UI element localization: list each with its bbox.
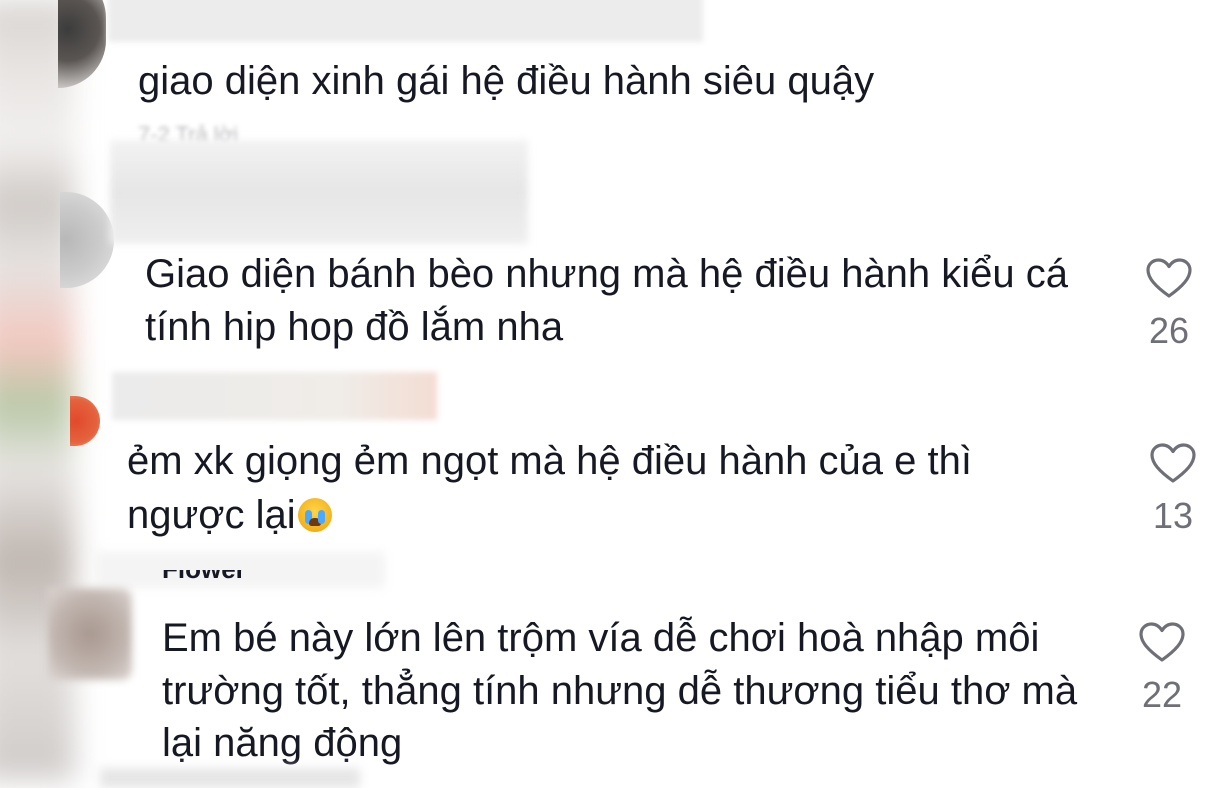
username-partial: Flower bbox=[162, 570, 246, 600]
heart-outline-icon bbox=[1139, 622, 1185, 662]
bottom-edge-blur bbox=[100, 768, 360, 788]
avatar[interactable] bbox=[60, 192, 114, 288]
heart-outline-icon bbox=[1150, 443, 1196, 483]
comment-text: ẻm xk giọng ẻm ngọt mà hệ điều hành của … bbox=[127, 439, 972, 483]
avatar[interactable] bbox=[48, 588, 132, 680]
comment-text: Giao diện bánh bèo nhưng mà hệ điều hành… bbox=[145, 252, 1069, 296]
like-count: 13 bbox=[1152, 495, 1194, 536]
like-count: 26 bbox=[1148, 310, 1190, 351]
like-button[interactable]: 13 bbox=[1128, 443, 1218, 537]
avatar[interactable] bbox=[58, 0, 106, 88]
comment-text-line: ngược lại bbox=[127, 493, 296, 537]
comment-text: giao diện xinh gái hệ điều hành siêu quậ… bbox=[138, 59, 875, 103]
loudly-crying-face-icon bbox=[297, 498, 332, 532]
username-redacted bbox=[112, 372, 437, 420]
comment-text: ngược lại bbox=[127, 486, 332, 544]
like-button[interactable]: 22 bbox=[1117, 622, 1207, 716]
username-redacted bbox=[110, 140, 528, 244]
comment-text: lại năng động bbox=[162, 721, 403, 765]
comment-text: Em bé này lớn lên trộm vía dễ chơi hoà n… bbox=[162, 616, 1040, 660]
avatar[interactable] bbox=[70, 396, 100, 446]
username-redacted bbox=[108, 0, 703, 42]
comment-text: tính hip hop đồ lắm nha bbox=[145, 305, 564, 349]
heart-outline-icon bbox=[1146, 258, 1192, 298]
comment-text: trường tốt, thẳng tính nhưng dễ thương t… bbox=[162, 669, 1078, 713]
like-button[interactable]: 26 bbox=[1124, 258, 1214, 352]
like-count: 22 bbox=[1141, 674, 1183, 715]
